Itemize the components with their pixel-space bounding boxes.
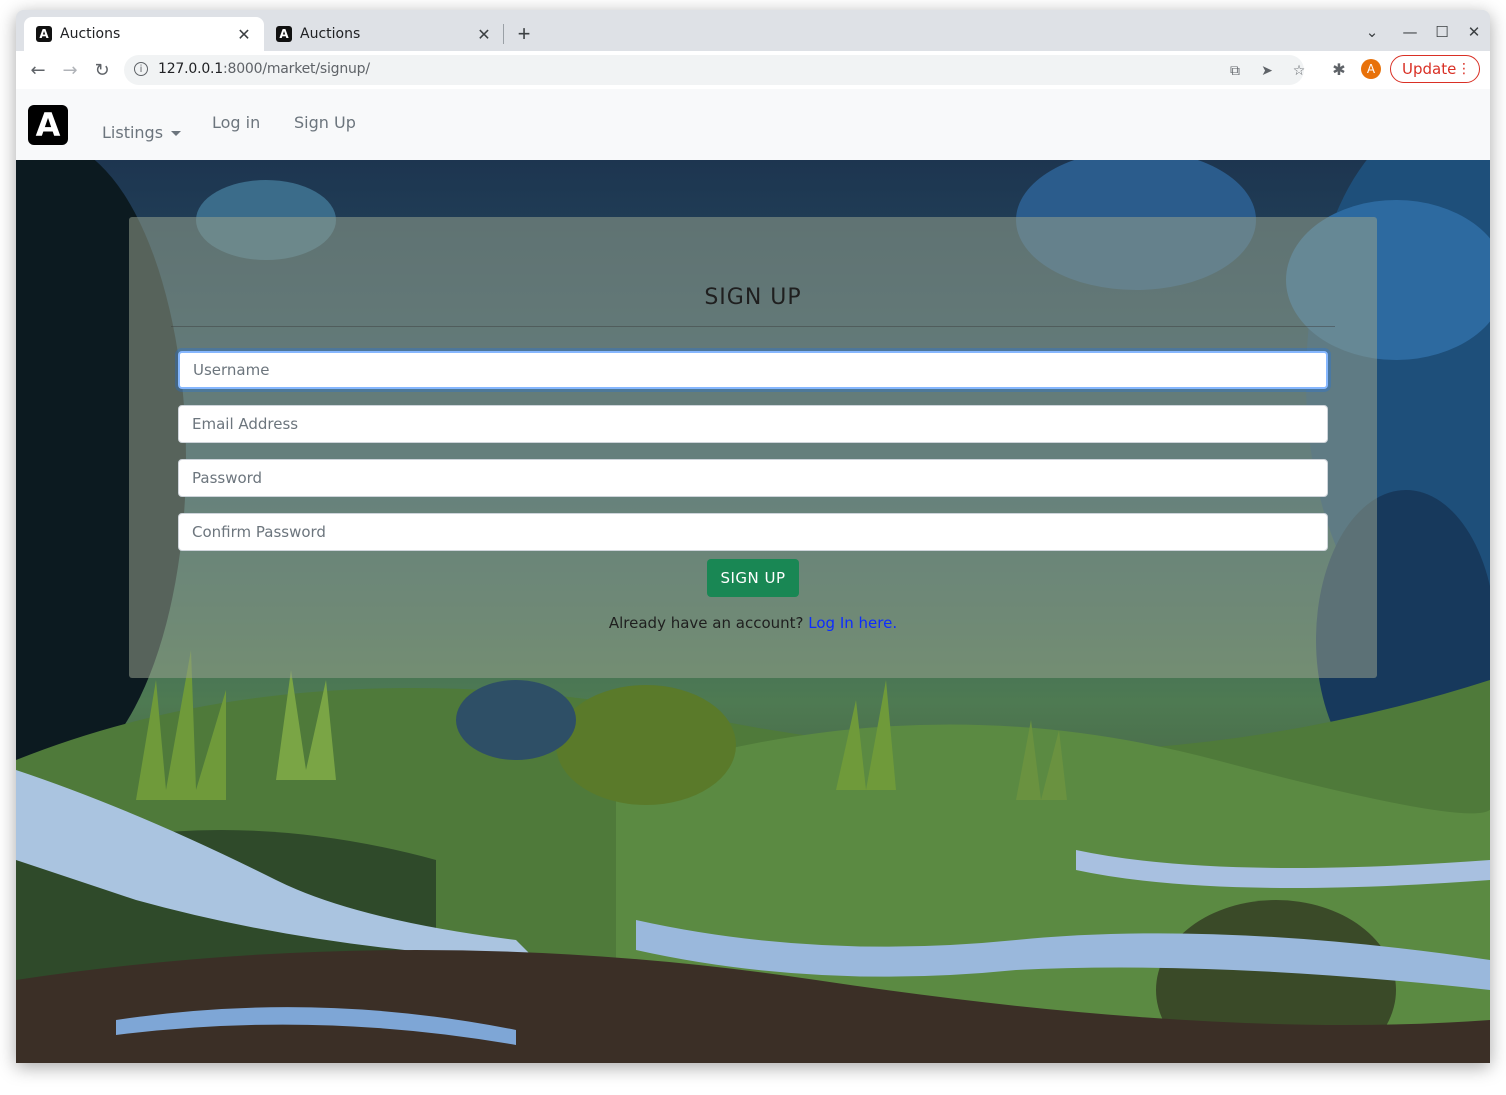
extensions-puzzle-icon[interactable]: ✱ <box>1329 60 1349 80</box>
reload-icon[interactable]: ↻ <box>90 58 114 82</box>
signup-card: SIGN UP SIGN UP Already have an account?… <box>129 217 1377 678</box>
tab-title: Auctions <box>60 26 121 42</box>
tab-search-chevron-icon[interactable]: ⌄ <box>1360 22 1384 42</box>
tab-auctions[interactable]: A Auctions ✕ <box>264 17 504 51</box>
bookmark-star-icon[interactable]: ☆ <box>1290 62 1308 80</box>
browser-window: A Auctions ✕ A Auctions ✕ + ⌄ — ☐ ✕ ← → … <box>16 10 1490 1063</box>
signup-submit-button[interactable]: SIGN UP <box>707 559 799 597</box>
login-here-link[interactable]: Log In here. <box>808 614 897 632</box>
nav-signup-link[interactable]: Sign Up <box>294 113 356 132</box>
new-tab-button[interactable]: + <box>512 21 536 46</box>
auctions-favicon-icon: A <box>276 26 292 42</box>
update-label: Update <box>1402 60 1457 78</box>
url-path: :8000/market/signup/ <box>223 61 370 77</box>
profile-avatar[interactable]: A <box>1361 59 1381 79</box>
page-viewport: A Listings Log in Sign Up SIGN UP Userna… <box>16 89 1490 1063</box>
background-illustration: SIGN UP SIGN UP Already have an account?… <box>16 160 1490 1063</box>
listings-label: Listings <box>102 123 164 142</box>
menu-dots-icon[interactable]: ⋮ <box>1457 60 1471 78</box>
tab-title: Auctions <box>300 26 361 42</box>
login-prompt-text: Already have an account? <box>608 614 804 632</box>
address-bar[interactable]: i 127.0.0.1:8000/market/signup/ ⧉ ➤ ☆ <box>124 55 1305 85</box>
signup-title: SIGN UP <box>704 285 802 310</box>
tab-auctions-active[interactable]: A Auctions ✕ <box>24 17 264 51</box>
listings-dropdown[interactable]: Listings <box>102 123 182 142</box>
browser-toolbar: ← → ↻ i 127.0.0.1:8000/market/signup/ ⧉ … <box>16 51 1490 89</box>
back-arrow-icon[interactable]: ← <box>26 58 50 82</box>
close-tab-icon[interactable]: ✕ <box>234 24 254 44</box>
maximize-icon[interactable]: ☐ <box>1430 22 1454 42</box>
close-window-icon[interactable]: ✕ <box>1462 22 1486 42</box>
username-input[interactable] <box>178 351 1328 389</box>
confirm-password-input[interactable] <box>178 513 1328 551</box>
password-input[interactable] <box>178 459 1328 497</box>
auctions-favicon-icon: A <box>36 26 52 42</box>
site-navbar: A Listings Log in Sign Up <box>16 89 1490 160</box>
nav-login-link[interactable]: Log in <box>212 113 260 132</box>
send-icon[interactable]: ➤ <box>1258 62 1276 80</box>
update-button[interactable]: Update ⋮ <box>1390 55 1480 83</box>
tab-separator <box>503 24 504 44</box>
login-prompt: Already have an account? Log In here. <box>129 614 1377 632</box>
translate-icon[interactable]: ⧉ <box>1226 62 1244 80</box>
email-input[interactable] <box>178 405 1328 443</box>
tab-strip: A Auctions ✕ A Auctions ✕ + ⌄ — ☐ ✕ <box>16 10 1490 51</box>
forward-arrow-icon[interactable]: → <box>58 58 82 82</box>
site-info-icon[interactable]: i <box>134 62 148 76</box>
minimize-icon[interactable]: — <box>1398 22 1422 42</box>
site-logo[interactable]: A <box>28 105 68 145</box>
close-tab-icon[interactable]: ✕ <box>474 24 494 44</box>
title-divider <box>171 326 1335 327</box>
caret-down-icon <box>171 131 182 136</box>
url-text: 127.0.0.1:8000/market/signup/ <box>158 61 370 77</box>
url-host: 127.0.0.1 <box>158 61 223 77</box>
